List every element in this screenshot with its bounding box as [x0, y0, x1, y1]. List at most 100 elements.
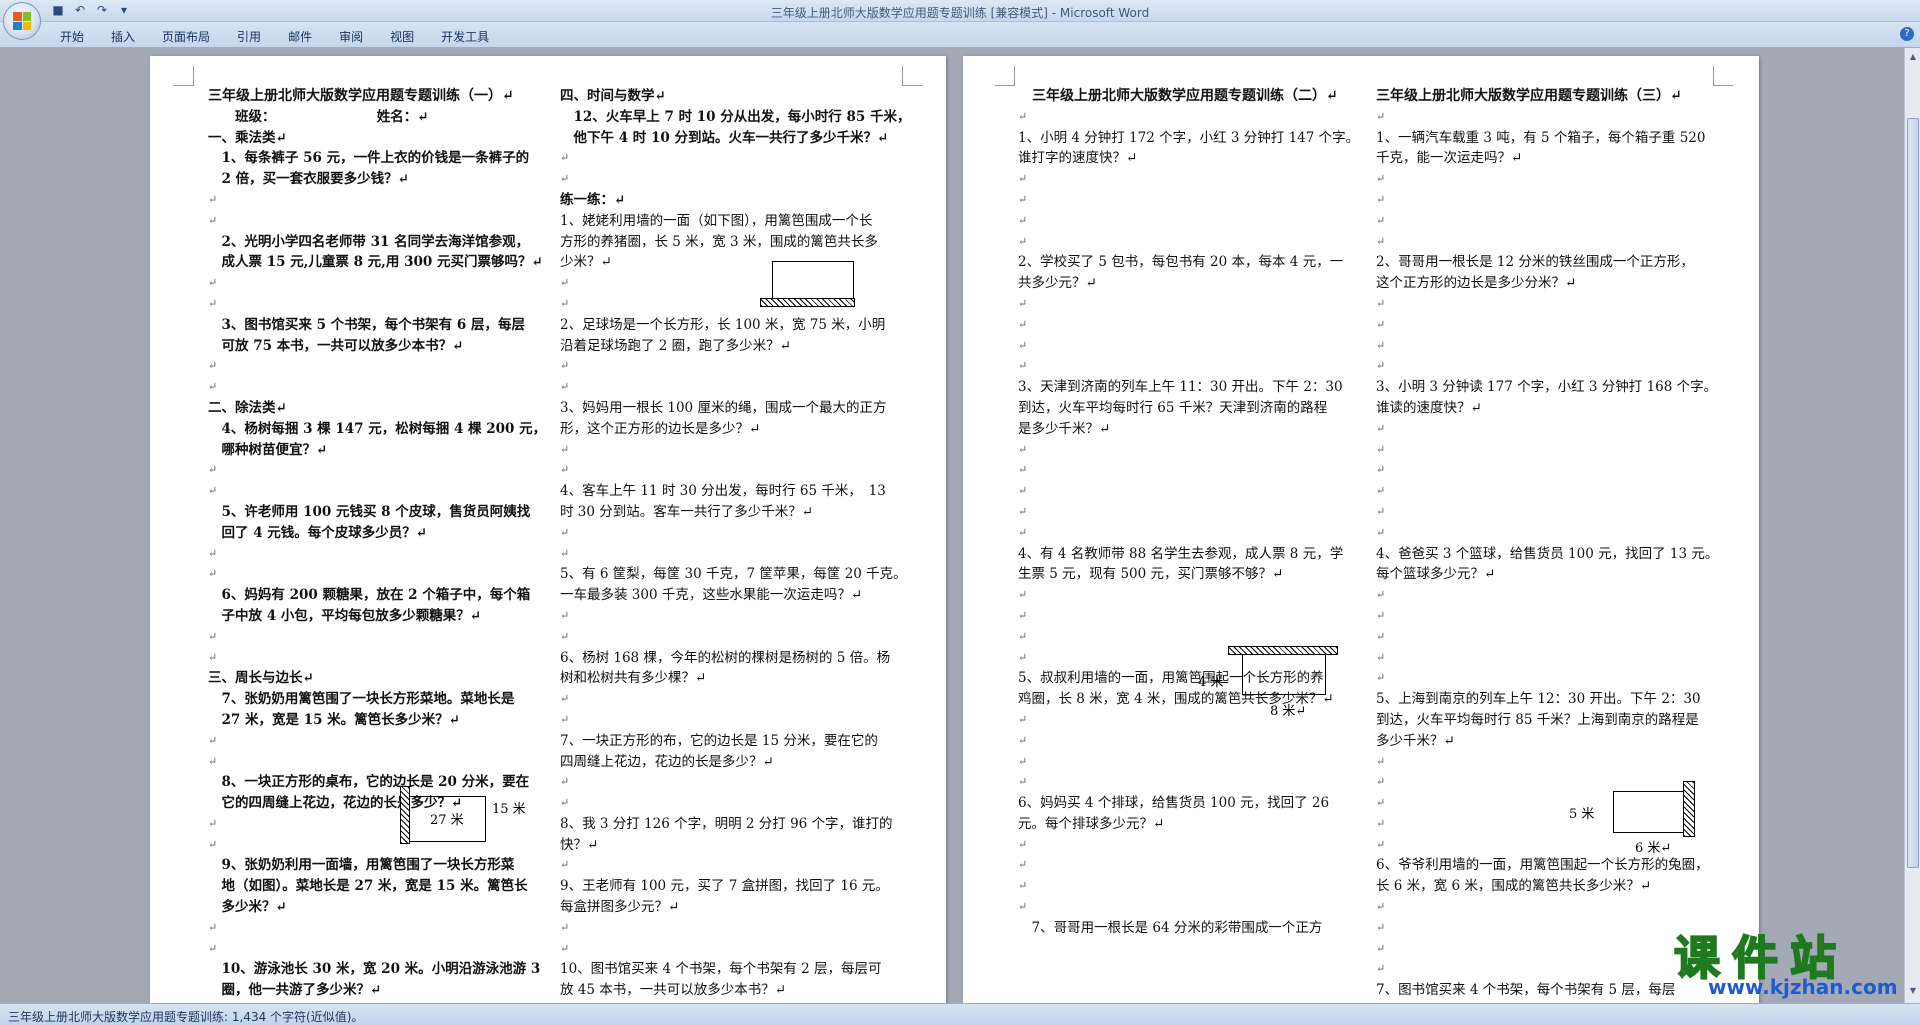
- paragraph-mark: ↵: [1376, 421, 1386, 435]
- text-line: 他下午 4 时 10 分到站。火车一共行了多少千米？↵: [560, 129, 889, 146]
- paragraph-mark: ↵: [1018, 359, 1028, 373]
- paragraph-mark: ↵: [208, 754, 218, 768]
- paragraph-mark: ↵: [1018, 192, 1028, 206]
- paragraph-mark: ↵: [1376, 296, 1386, 310]
- fig-label: 5 米: [1569, 807, 1595, 822]
- text-line: 谁打字的速度快？↵: [1018, 150, 1138, 167]
- text-line: 3、妈妈用一根长 100 厘米的绳，围成一个最大的正方: [560, 399, 887, 416]
- ribbon-tab-bar: 开始 插入 页面布局 引用 邮件 审阅 视图 开发工具 ?: [0, 22, 1920, 48]
- paragraph-mark: ↵: [1018, 296, 1028, 310]
- text-line: 3、天津到济南的列车上午 11：30 开出。下午 2：30: [1018, 379, 1343, 396]
- paragraph-mark: ↵: [1018, 837, 1028, 851]
- paragraph-mark: ↵: [560, 296, 570, 310]
- paragraph-mark: ↵: [560, 692, 570, 706]
- paragraph-mark: ↵: [1018, 879, 1028, 893]
- paragraph-mark: ↵: [1018, 463, 1028, 477]
- text-line: 2、足球场是一个长方形，长 100 米，宽 75 米，小明: [560, 316, 886, 333]
- ribbon-tab[interactable]: 审阅: [339, 28, 363, 45]
- paragraph-mark: ↵: [1018, 525, 1028, 539]
- paragraph-mark: ↵: [560, 463, 570, 477]
- paragraph-mark: ↵: [560, 172, 570, 186]
- text-line: 圈，他一共游了多少米？↵: [208, 982, 382, 999]
- title-bar: ■ ↶ ↷ ▾ 三年级上册北师大版数学应用题专题训练 [兼容模式] - Micr…: [0, 0, 1920, 22]
- paragraph-mark: ↵: [560, 359, 570, 373]
- text-line: 三年级上册北师大版数学应用题专题训练（二）↵: [1018, 88, 1338, 104]
- text-line: 放 45 本书，一共可以放多少本书？↵: [560, 982, 787, 999]
- ribbon-tab[interactable]: 视图: [390, 28, 414, 45]
- paragraph-mark: ↵: [1376, 608, 1386, 622]
- ribbon-tab[interactable]: 引用: [237, 28, 261, 45]
- text-line: 7、一块正方形的布，它的边长是 15 分米，要在它的: [560, 732, 878, 749]
- scroll-down-icon[interactable]: ▼: [1907, 986, 1919, 998]
- margin-mark: [1713, 66, 1733, 86]
- text-line: 5、有 6 筐梨，每筐 30 千克，7 筐苹果，每筐 20 千克。: [560, 566, 907, 583]
- page2-right-column: 三年级上册北师大版数学应用题专题训练（三）↵ ↵ 1、一辆汽车载重 3 吨，有 5 …: [1376, 86, 1718, 1001]
- text-line: 班级： 姓名：↵: [208, 108, 429, 125]
- paragraph-mark: ↵: [1376, 484, 1386, 498]
- text-line: 3、小明 3 分钟读 177 个字，小红 3 分钟打 168 个字。: [1376, 379, 1718, 396]
- paragraph-mark: ↵: [208, 629, 218, 643]
- paragraph-mark: ↵: [560, 276, 570, 290]
- paragraph-mark: ↵: [208, 380, 218, 394]
- text-line: 2、光明小学四名老师带 31 名同学去海洋馆参观，: [208, 233, 530, 250]
- paragraph-mark: ↵: [208, 296, 218, 310]
- vertical-scrollbar[interactable]: ▲ ▼: [1904, 48, 1920, 1003]
- ribbon-tab[interactable]: 页面布局: [162, 28, 210, 45]
- page-2[interactable]: 三年级上册北师大版数学应用题专题训练（二）↵ ↵ 1、小明 4 分钟打 172 个字…: [963, 56, 1759, 1003]
- text-line: 4、爸爸买 3 个篮球，给售货员 100 元，找回了 13 元。: [1376, 545, 1719, 562]
- paragraph-mark: ↵: [560, 712, 570, 726]
- text-line: 10、图书馆买来 4 个书架，每个书架有 2 层，每层可: [560, 961, 882, 978]
- ribbon-tab[interactable]: 开发工具: [441, 28, 489, 45]
- paragraph-mark: ↵: [560, 629, 570, 643]
- page-1[interactable]: 三年级上册北师大版数学应用题专题训练（一）↵ 班级： 姓名：↵ 一、乘法类↵ 1、…: [150, 56, 946, 1003]
- ribbon-tab[interactable]: 插入: [111, 28, 135, 45]
- status-text: 三年级上册北师大版数学应用题专题训练: 1,434 个字符(近似值)。: [8, 1010, 364, 1024]
- paragraph-mark: ↵: [1376, 671, 1386, 685]
- paragraph-mark: ↵: [1376, 650, 1386, 664]
- margin-mark: [902, 66, 922, 86]
- margin-mark: [174, 66, 194, 86]
- text-line: 5、许老师用 100 元钱买 8 个皮球，售货员阿姨找: [208, 503, 531, 520]
- text-line: 1、一辆汽车载重 3 吨，有 5 个箱子，每个箱子重 520: [1376, 129, 1706, 146]
- text-line: 方形的养猪圈，长 5 米，宽 3 米，围成的篱笆共长多: [560, 233, 878, 250]
- ribbon-tab[interactable]: 开始: [60, 28, 84, 45]
- fig-label: 6 米↵: [1635, 841, 1672, 856]
- help-icon[interactable]: ?: [1900, 27, 1914, 41]
- paragraph-mark: ↵: [208, 276, 218, 290]
- office-button[interactable]: [3, 2, 41, 40]
- text-line: 沿着足球场跑了 2 圈，跑了多少米？↵: [560, 337, 791, 354]
- text-line: 少米？↵: [560, 254, 612, 271]
- page2-left-column: 三年级上册北师大版数学应用题专题训练（二）↵ ↵ 1、小明 4 分钟打 172 个字…: [1018, 86, 1359, 939]
- text-line: 时 30 分到站。客车一共行了多少千米？↵: [560, 503, 814, 520]
- text-line: 9、张奶奶利用一面墙，用篱笆围了一块长方形菜: [208, 857, 515, 874]
- paragraph-mark: ↵: [1018, 442, 1028, 456]
- paragraph-mark: ↵: [208, 359, 218, 373]
- paragraph-mark: ↵: [1018, 213, 1028, 227]
- text-line: 5、上海到南京的列车上午 12：30 开出。下午 2：30: [1376, 691, 1701, 708]
- paragraph-mark: ↵: [1018, 109, 1028, 123]
- text-line: 千克，能一次运走吗？↵: [1376, 150, 1523, 167]
- text-line: 9、王老师有 100 元，买了 7 盒拼图，找回了 16 元。: [560, 878, 889, 895]
- fig-label: 15 米: [492, 802, 526, 817]
- fig-rabbit-pen: 5 米 6 米↵: [1569, 781, 1743, 856]
- text-line: 成人票 15 元,儿童票 8 元,用 300 元买门票够吗？↵: [208, 254, 543, 271]
- text-line: 4、杨树每捆 3 棵 147 元，松树每捆 4 棵 200 元，: [208, 420, 547, 437]
- ribbon-tabs: 开始 插入 页面布局 引用 邮件 审阅 视图 开发工具: [60, 28, 516, 45]
- fig-chicken-coop: 4 米 8 米↵: [1198, 646, 1403, 721]
- fig-pigpen: [760, 261, 855, 309]
- scroll-up-icon[interactable]: ▲: [1907, 52, 1919, 64]
- fig-vegetable-field: 27 米 15 米: [400, 786, 545, 846]
- text-line: 27 米，宽是 15 米。篱笆长多少米？↵: [208, 711, 460, 728]
- text-line: 6、妈妈买 4 个排球，给售货员 100 元，找回了 26: [1018, 795, 1330, 812]
- text-line: 这个正方形的边长是多少分米？↵: [1376, 275, 1577, 292]
- paragraph-mark: ↵: [560, 546, 570, 560]
- text-line: 四周缝上花边，花边的长是多少？↵: [560, 753, 774, 770]
- text-line: 6、妈妈有 200 颗糖果，放在 2 个箱子中，每个箱: [208, 587, 531, 604]
- paragraph-mark: ↵: [1018, 733, 1028, 747]
- scrollbar-thumb[interactable]: [1907, 118, 1919, 868]
- ribbon-tab[interactable]: 邮件: [288, 28, 312, 45]
- text-line: 生票 5 元，现有 500 元，买门票够不够？↵: [1018, 566, 1284, 583]
- document-workspace[interactable]: 三年级上册北师大版数学应用题专题训练（一）↵ 班级： 姓名：↵ 一、乘法类↵ 1、…: [0, 48, 1904, 1003]
- page1-left-column: 三年级上册北师大版数学应用题专题训练（一）↵ 班级： 姓名：↵ 一、乘法类↵ 1、…: [208, 86, 546, 1001]
- text-line: 到达，火车平均每时行 85 千米？上海到南京的路程是: [1376, 711, 1699, 728]
